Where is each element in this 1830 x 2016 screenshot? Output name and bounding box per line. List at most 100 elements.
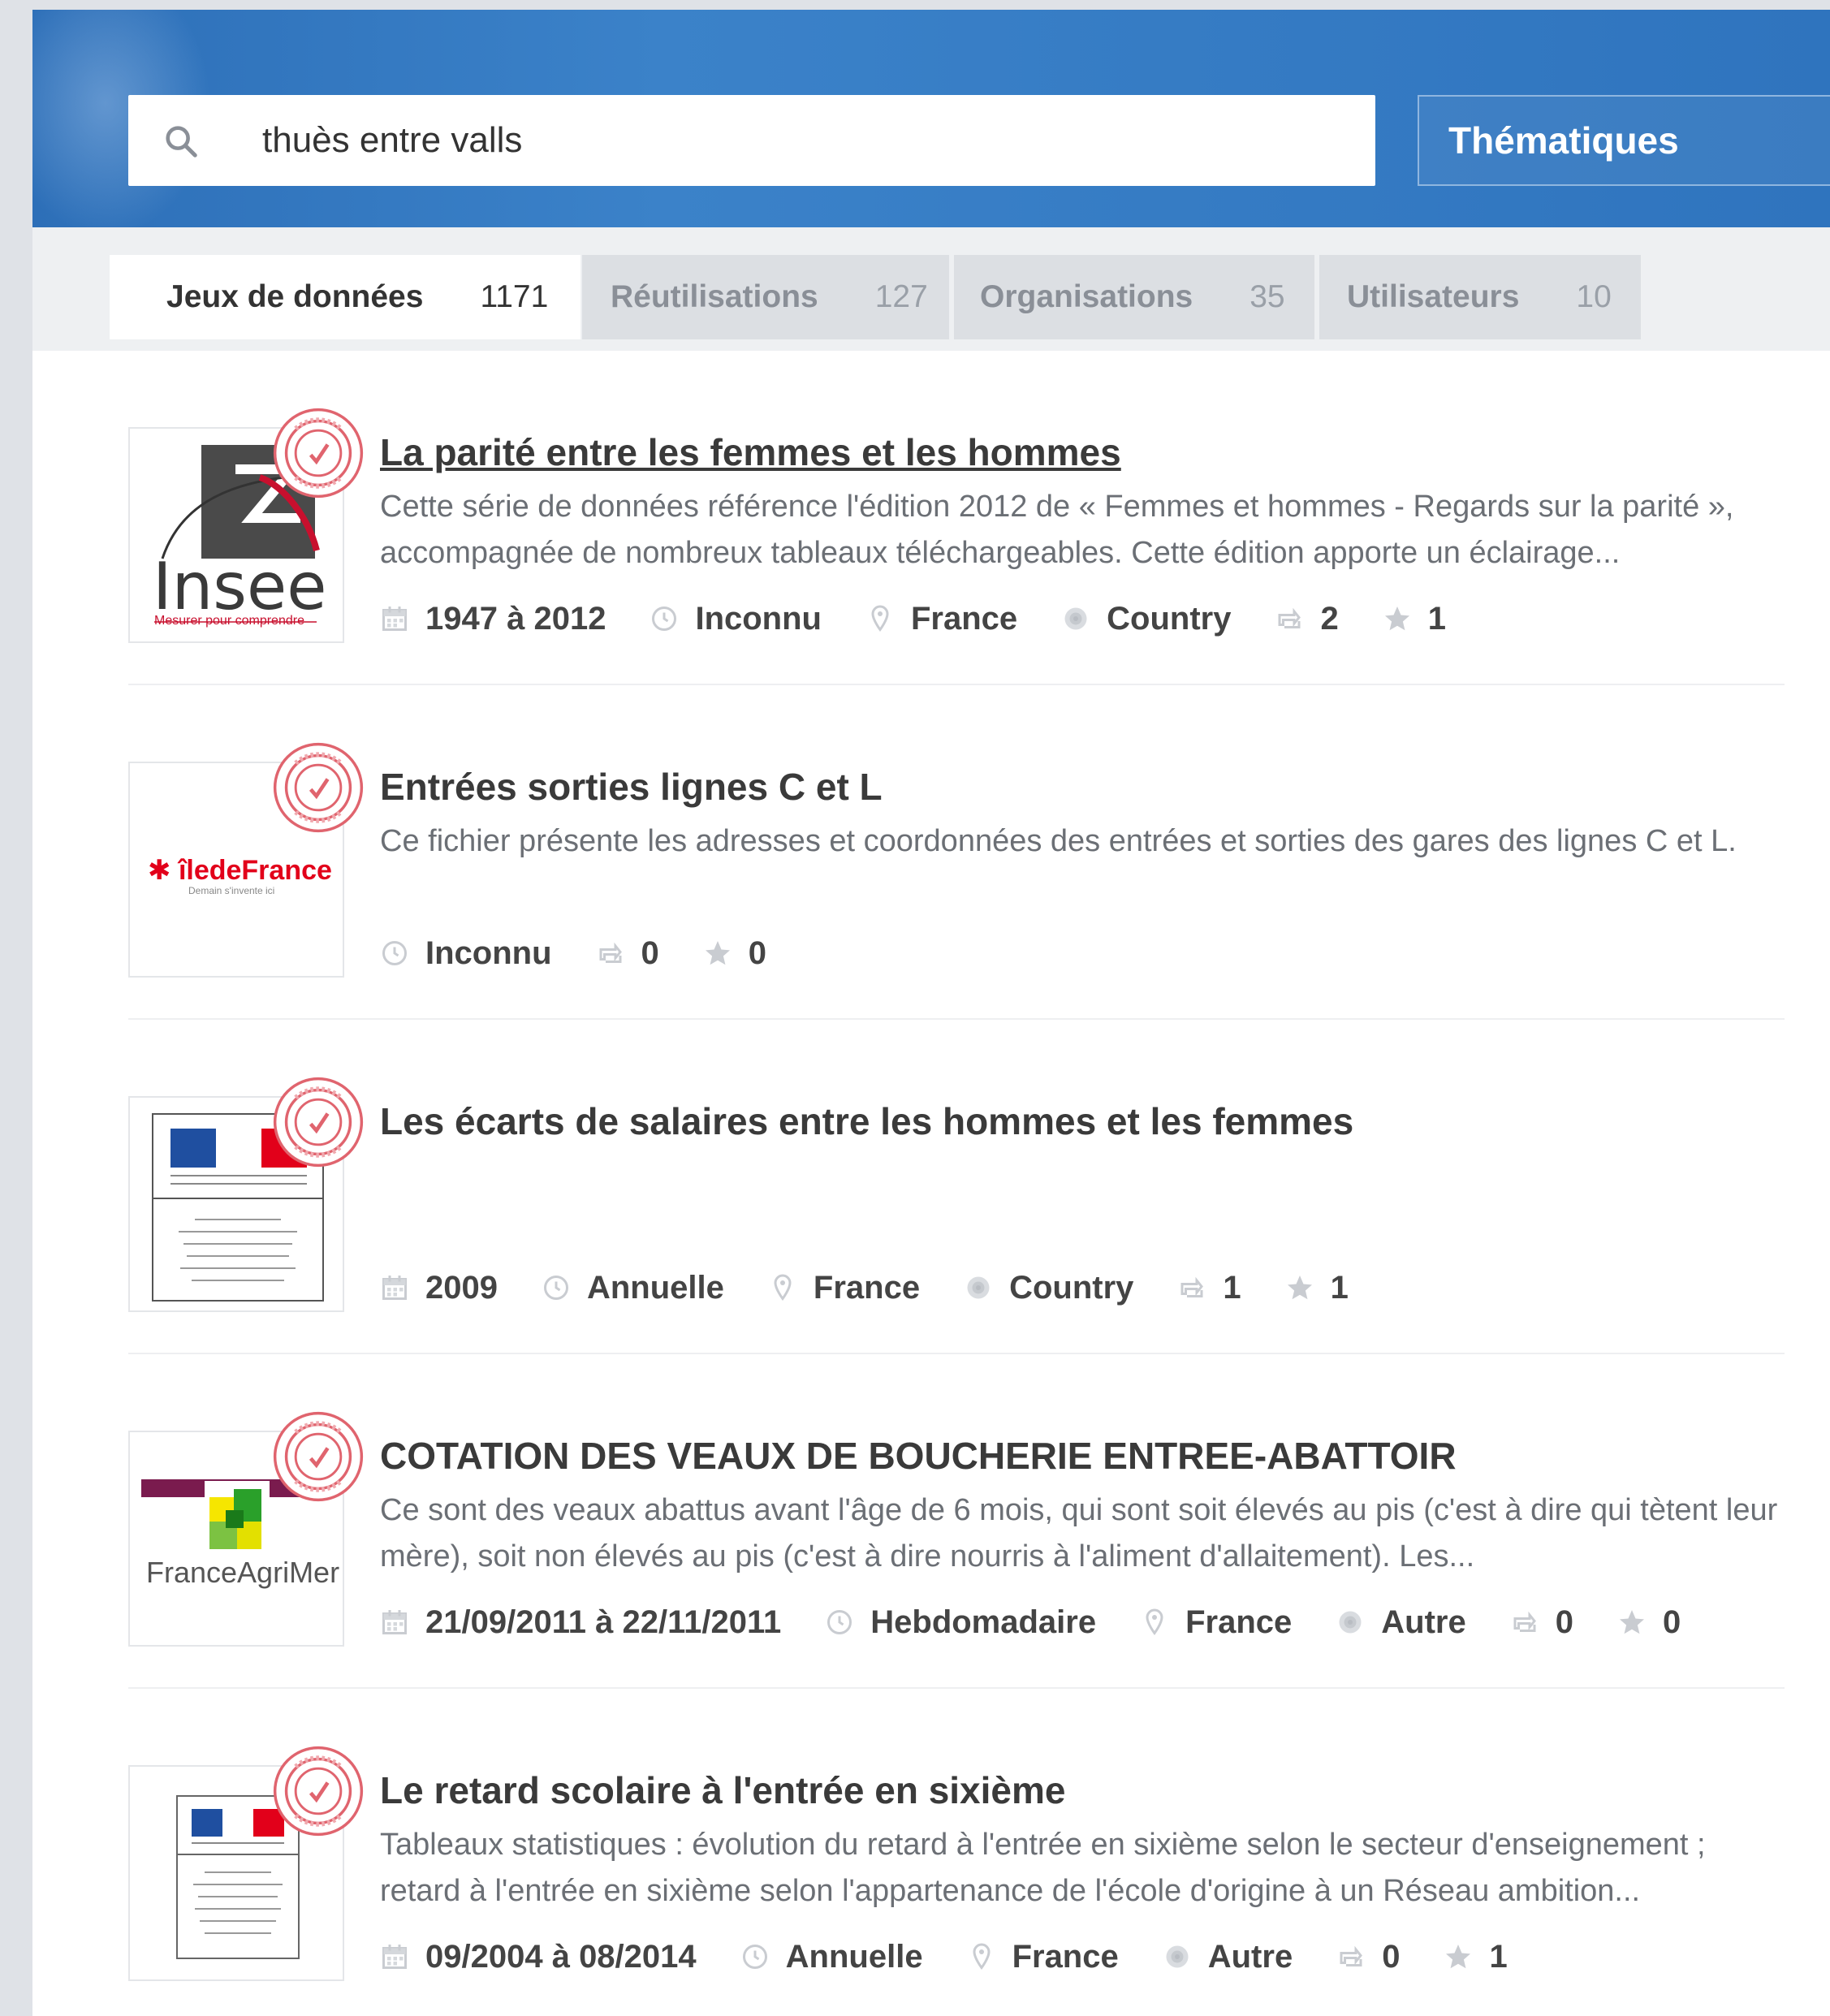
reuses-count: 2 [1320, 600, 1339, 637]
reuses-count: 1 [1223, 1269, 1241, 1306]
spatial-coverage: France [910, 600, 1018, 637]
result-metadata: 09/2004 à 08/2014 Annuelle France Autre … [380, 1934, 1552, 1979]
map-pin-icon [865, 604, 895, 633]
reuses-count: 0 [641, 935, 659, 971]
star-icon [1285, 1273, 1314, 1302]
result-description: Ce fichier présente les adresses et coor… [380, 824, 1737, 858]
granularity: Autre [1207, 1938, 1293, 1975]
frequency: Annuelle [785, 1938, 923, 1975]
granularity: Country [1009, 1269, 1134, 1306]
calendar-icon [380, 1608, 409, 1637]
tab-organizations[interactable]: Organisations 35 [954, 255, 1314, 339]
result-metadata: 2009 Annuelle France Country 1 1 [380, 1265, 1392, 1310]
result-title[interactable]: Les écarts de salaires entre les hommes … [380, 1099, 1353, 1143]
certified-badge-icon [271, 1075, 365, 1169]
result-description: Tableaux statistiques : évolution du ret… [380, 1828, 1706, 1908]
result-description: Cette série de données référence l'éditi… [380, 490, 1734, 570]
map-pin-icon [768, 1273, 797, 1302]
frequency: Annuelle [586, 1269, 724, 1306]
certified-badge-icon [271, 406, 365, 500]
temporal-coverage: 2009 [425, 1269, 498, 1306]
retweet-icon [1336, 1942, 1366, 1971]
result-metadata: 1947 à 2012 Inconnu France Country 2 1 [380, 596, 1490, 641]
calendar-icon [380, 1942, 409, 1971]
tab-reuses[interactable]: Réutilisations 127 [582, 255, 949, 339]
result-title[interactable]: Entrées sorties lignes C et L [380, 765, 883, 809]
result-metadata: Inconnu 0 0 [380, 930, 810, 976]
retweet-icon [1510, 1608, 1539, 1637]
tab-label: Organisations [980, 279, 1193, 314]
star-icon [1617, 1608, 1647, 1637]
temporal-coverage: 21/09/2011 à 22/11/2011 [425, 1604, 782, 1640]
granularity: Country [1107, 600, 1232, 637]
globe-icon [1163, 1942, 1192, 1971]
certified-badge-icon [271, 740, 365, 835]
star-icon [1444, 1942, 1473, 1971]
globe-icon [1336, 1608, 1365, 1637]
temporal-coverage: 1947 à 2012 [425, 600, 606, 637]
result-item: Les écarts de salaires entre les hommes … [32, 1020, 1830, 1354]
result-item: Insee Mesurer pour comprendre La parité … [32, 351, 1830, 685]
result-item: Le retard scolaire à l'entrée en sixième… [32, 1689, 1830, 2016]
map-pin-icon [1140, 1608, 1169, 1637]
clock-icon [650, 604, 679, 633]
retweet-icon [1275, 604, 1304, 633]
reuses-count: 0 [1555, 1604, 1573, 1640]
clock-icon [542, 1273, 571, 1302]
result-metadata: 21/09/2011 à 22/11/2011 Hebdomadaire Fra… [380, 1599, 1724, 1645]
reuses-count: 0 [1382, 1938, 1401, 1975]
clock-icon [380, 939, 409, 968]
spatial-coverage: France [1012, 1938, 1119, 1975]
result-item: FranceAgriMer COTATION DES VEAUX DE BOUC… [32, 1354, 1830, 1689]
globe-icon [964, 1273, 993, 1302]
star-icon [703, 939, 732, 968]
result-title[interactable]: La parité entre les femmes et les hommes [380, 430, 1121, 474]
tab-label: Jeux de données [166, 279, 424, 314]
clock-icon [740, 1942, 770, 1971]
stars-count: 1 [1427, 600, 1446, 637]
tab-datasets[interactable]: Jeux de données 1171 [110, 255, 581, 339]
stars-count: 1 [1330, 1269, 1349, 1306]
search-box[interactable] [128, 95, 1375, 186]
spatial-coverage: France [1185, 1604, 1293, 1640]
stars-count: 1 [1489, 1938, 1508, 1975]
stars-count: 0 [1662, 1604, 1681, 1640]
logo-text: FranceAgriMer [146, 1556, 340, 1589]
frequency: Hebdomadaire [870, 1604, 1097, 1640]
themes-button[interactable]: Thématiques [1418, 95, 1830, 186]
logo-text: ✱ îledeFrance [148, 855, 332, 886]
site-header: Thématiques [32, 10, 1830, 237]
star-icon [1383, 604, 1412, 633]
page-frame: Thématiques Jeux de données 1171 Réutili… [32, 10, 1830, 2016]
retweet-icon [596, 939, 625, 968]
frequency: Inconnu [425, 935, 552, 971]
tab-label: Réutilisations [611, 279, 818, 314]
granularity: Autre [1381, 1604, 1466, 1640]
tab-users[interactable]: Utilisateurs 10 [1319, 255, 1641, 339]
result-tabs: Jeux de données 1171 Réutilisations 127 … [32, 227, 1830, 351]
calendar-icon [380, 604, 409, 633]
calendar-icon [380, 1273, 409, 1302]
spatial-coverage: France [813, 1269, 921, 1306]
tab-count: 127 [874, 279, 928, 314]
results-list: Insee Mesurer pour comprendre La parité … [32, 351, 1830, 2016]
tab-label: Utilisateurs [1347, 279, 1520, 314]
logo-tagline: Demain s'invente ici [188, 885, 275, 896]
stars-count: 0 [748, 935, 767, 971]
certified-badge-icon [271, 1409, 365, 1504]
result-item: ✱ îledeFrance Demain s'invente ici Entré… [32, 685, 1830, 1020]
frequency: Inconnu [695, 600, 822, 637]
search-icon[interactable] [162, 123, 200, 160]
search-input[interactable] [262, 111, 1350, 170]
result-title[interactable]: COTATION DES VEAUX DE BOUCHERIE ENTREE-A… [380, 1434, 1457, 1478]
result-description: Ce sont des veaux abattus avant l'âge de… [380, 1493, 1778, 1574]
clock-icon [825, 1608, 854, 1637]
retweet-icon [1177, 1273, 1206, 1302]
globe-icon [1061, 604, 1090, 633]
temporal-coverage: 09/2004 à 08/2014 [425, 1938, 697, 1975]
logo-tagline: Mesurer pour comprendre [154, 614, 304, 628]
result-title[interactable]: Le retard scolaire à l'entrée en sixième [380, 1768, 1066, 1812]
tab-count: 35 [1249, 279, 1285, 314]
tab-count: 10 [1576, 279, 1612, 314]
tab-count: 1171 [480, 279, 549, 314]
